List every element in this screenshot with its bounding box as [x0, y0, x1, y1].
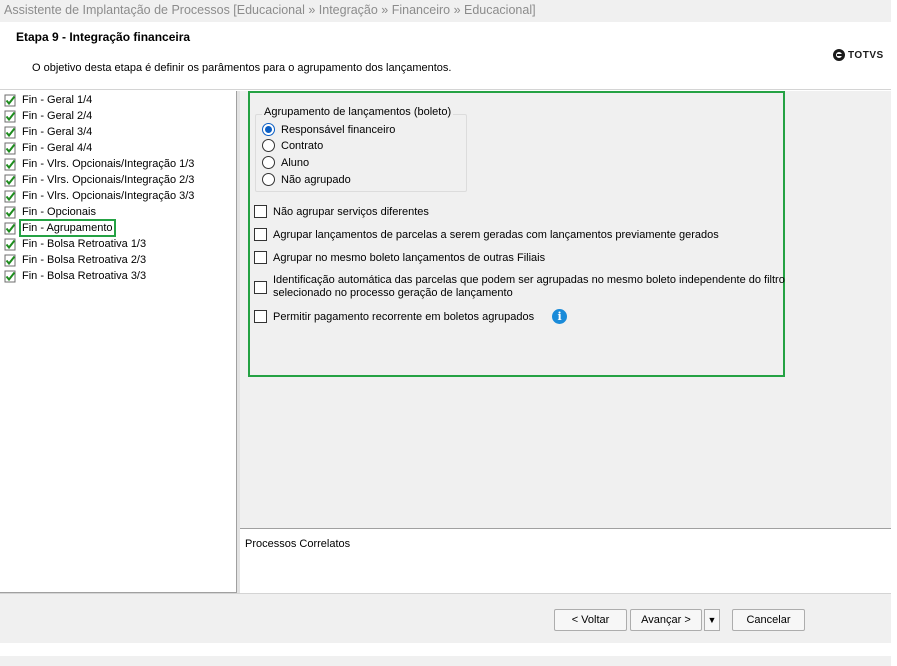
- checkbox-label: Agrupar lançamentos de parcelas a serem …: [273, 228, 719, 241]
- checked-page-icon: [4, 270, 16, 282]
- checkbox-label: Não agrupar serviços diferentes: [273, 205, 429, 218]
- tree-item-label: Fin - Geral 3/4: [22, 126, 93, 138]
- tree-item-label: Fin - Agrupamento: [19, 219, 116, 237]
- radio-responsavel-financeiro[interactable]: Responsável financeiro: [262, 122, 395, 137]
- radio-button[interactable]: [262, 123, 275, 136]
- tree-item-label: Fin - Geral 1/4: [22, 94, 93, 106]
- checked-page-icon: [4, 254, 16, 266]
- checkbox-label: Identificação automática das parcelas qu…: [273, 274, 785, 299]
- tree-item-label: Fin - Vlrs. Opcionais/Integração 3/3: [22, 190, 195, 202]
- tree-item-label: Fin - Bolsa Retroativa 3/3: [22, 270, 147, 282]
- tree-item[interactable]: Fin - Geral 1/4: [4, 92, 92, 108]
- wizard-header: Etapa 9 - Integração financeira O objeti…: [0, 22, 891, 89]
- checkbox-identificacao-automatica[interactable]: Identificação automática das parcelas qu…: [254, 274, 793, 300]
- radio-contrato[interactable]: Contrato: [262, 138, 323, 153]
- tree-item-label: Fin - Vlrs. Opcionais/Integração 2/3: [22, 174, 195, 186]
- radio-button[interactable]: [262, 173, 275, 186]
- tree-item-label: Fin - Bolsa Retroativa 2/3: [22, 254, 147, 266]
- checkbox-pagamento-recorrente[interactable]: Permitir pagamento recorrente em boletos…: [254, 309, 568, 324]
- related-processes-label: Processos Correlatos: [245, 538, 351, 550]
- radio-label: Não agrupado: [281, 173, 351, 186]
- tree-item-label: Fin - Bolsa Retroativa 1/3: [22, 238, 147, 250]
- checked-page-icon: [4, 238, 16, 250]
- window-title: Assistente de Implantação de Processos […: [0, 0, 891, 22]
- wizard-footer: < Voltar Avançar > ▼ Cancelar: [0, 593, 891, 643]
- totvs-logo: TOTVS: [833, 49, 884, 61]
- radio-nao-agrupado[interactable]: Não agrupado: [262, 172, 351, 187]
- totvs-logo-text: TOTVS: [848, 49, 884, 61]
- tree-item[interactable]: Fin - Geral 4/4: [4, 140, 92, 156]
- checkbox[interactable]: [254, 280, 267, 294]
- tree-item[interactable]: Fin - Bolsa Retroativa 2/3: [4, 252, 146, 268]
- tree-item[interactable]: Fin - Bolsa Retroativa 3/3: [4, 268, 146, 284]
- steps-tree: Fin - Geral 1/4 Fin - Geral 2/4 Fin - Gera…: [0, 91, 237, 593]
- step-description: O objetivo desta etapa é definir os parâ…: [32, 62, 452, 74]
- checkbox-nao-agrupar-servicos[interactable]: Não agrupar serviços diferentes: [254, 205, 429, 218]
- tree-item[interactable]: Fin - Vlrs. Opcionais/Integração 1/3: [4, 156, 194, 172]
- checkbox-outras-filiais[interactable]: Agrupar no mesmo boleto lançamentos de o…: [254, 251, 545, 264]
- checked-page-icon: [4, 190, 16, 202]
- tree-item[interactable]: Fin - Vlrs. Opcionais/Integração 2/3: [4, 172, 194, 188]
- tree-item[interactable]: Fin - Bolsa Retroativa 1/3: [4, 236, 146, 252]
- radio-label: Responsável financeiro: [281, 123, 396, 136]
- checked-page-icon: [4, 206, 16, 218]
- radio-label: Aluno: [281, 156, 310, 169]
- checked-page-icon: [4, 126, 16, 138]
- tree-item[interactable]: Fin - Vlrs. Opcionais/Integração 3/3: [4, 188, 194, 204]
- tree-item-label: Fin - Geral 2/4: [22, 110, 93, 122]
- checkbox[interactable]: [254, 228, 267, 241]
- next-button[interactable]: Avançar >: [630, 609, 702, 631]
- settings-panel: Agrupamento de lançamentos (boleto) Resp…: [240, 91, 891, 528]
- checkbox[interactable]: [254, 251, 267, 264]
- tree-item[interactable]: Fin - Opcionais: [4, 204, 96, 220]
- wizard-window: Assistente de Implantação de Processos […: [0, 0, 891, 643]
- related-processes-panel: Processos Correlatos: [240, 528, 891, 593]
- radio-aluno[interactable]: Aluno: [262, 155, 309, 170]
- radio-button[interactable]: [262, 156, 275, 169]
- checkbox[interactable]: [254, 310, 267, 323]
- back-button[interactable]: < Voltar: [554, 609, 627, 631]
- checkbox-agrupar-parcelas[interactable]: Agrupar lançamentos de parcelas a serem …: [254, 228, 719, 241]
- checkbox-label: Agrupar no mesmo boleto lançamentos de o…: [273, 251, 546, 264]
- info-icon[interactable]: i: [552, 309, 568, 324]
- tree-item-label: Fin - Vlrs. Opcionais/Integração 1/3: [22, 158, 195, 170]
- checkbox-label: Permitir pagamento recorrente em boletos…: [273, 310, 535, 323]
- checked-page-icon: [4, 158, 16, 170]
- checked-page-icon: [4, 110, 16, 122]
- tree-item[interactable]: Fin - Geral 3/4: [4, 124, 92, 140]
- radio-label: Contrato: [281, 139, 324, 152]
- next-dropdown-icon[interactable]: ▼: [704, 609, 720, 631]
- tree-item-label: Fin - Opcionais: [22, 206, 96, 218]
- tree-item[interactable]: Fin - Geral 2/4: [4, 108, 92, 124]
- checked-page-icon: [4, 222, 16, 234]
- checkbox[interactable]: [254, 205, 267, 218]
- checked-page-icon: [4, 174, 16, 186]
- tree-item[interactable]: Fin - Agrupamento: [4, 219, 116, 237]
- radio-button[interactable]: [262, 139, 275, 152]
- step-title: Etapa 9 - Integração financeira: [16, 30, 191, 44]
- cancel-button[interactable]: Cancelar: [732, 609, 805, 631]
- tree-item-label: Fin - Geral 4/4: [22, 142, 93, 154]
- bottom-strip: [0, 656, 891, 666]
- grouping-title: Agrupamento de lançamentos (boleto): [262, 106, 454, 118]
- checked-page-icon: [4, 142, 16, 154]
- checked-page-icon: [4, 94, 16, 106]
- totvs-logo-icon: [833, 49, 845, 61]
